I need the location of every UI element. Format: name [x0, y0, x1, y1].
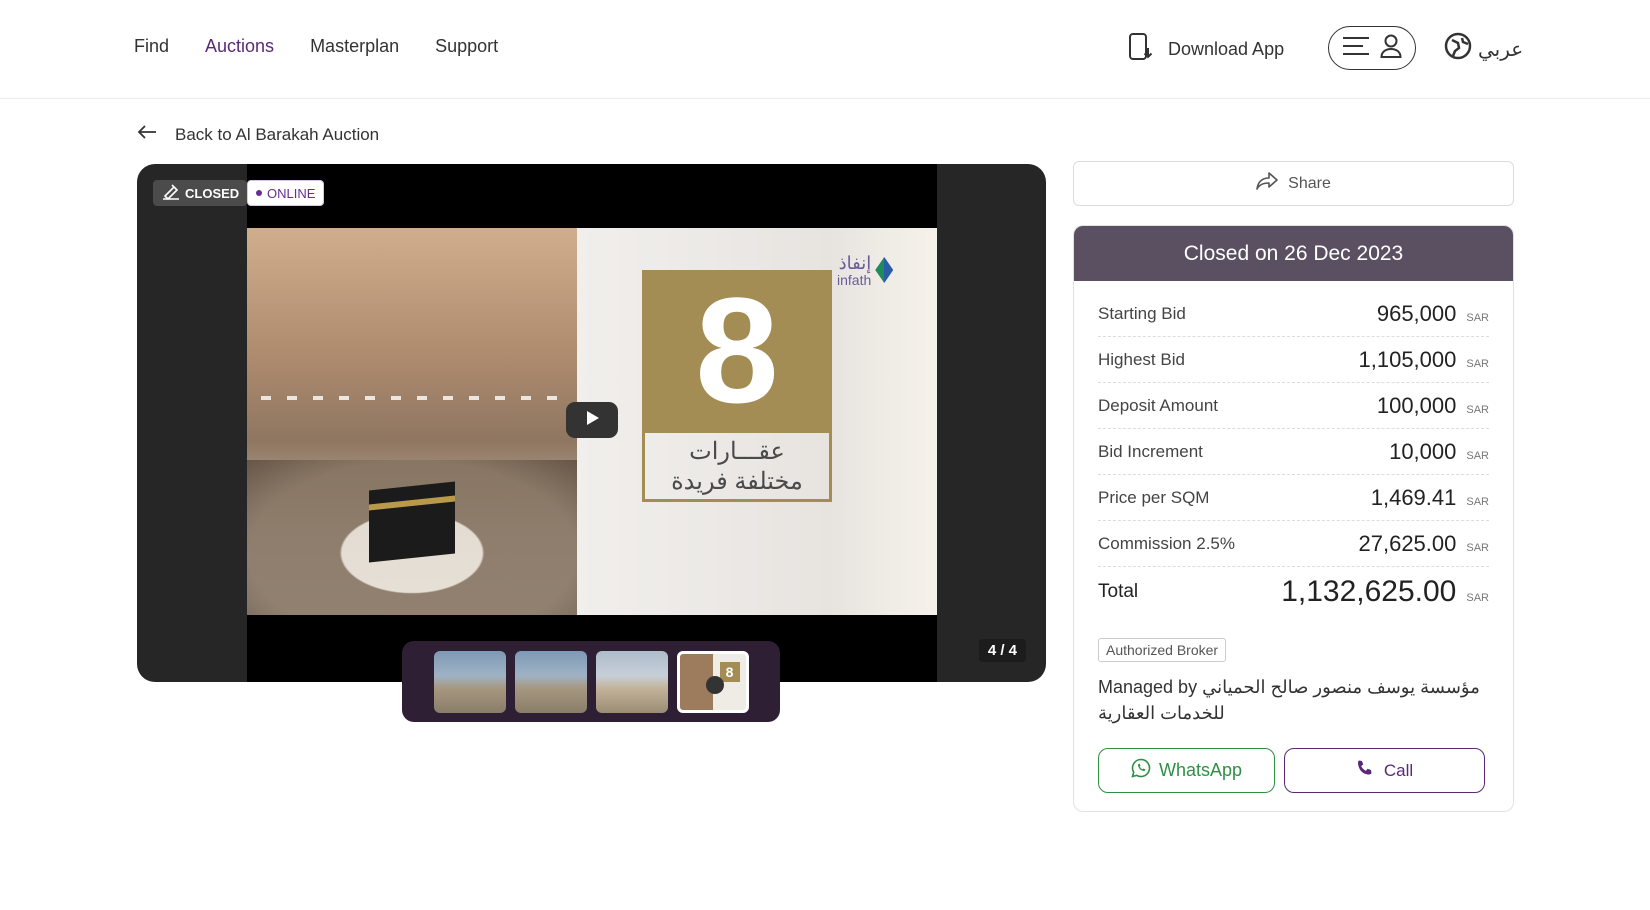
- language-label: عربي: [1478, 38, 1524, 61]
- phone-icon: [1356, 759, 1374, 782]
- thumbnail-3[interactable]: [595, 650, 668, 713]
- kaaba-photo: [247, 228, 577, 615]
- bid-details: Starting Bid 965,000 SAR Highest Bid 1,10…: [1074, 281, 1513, 617]
- managed-by-text: Managed by مؤسسة يوسف منصور صالح الحميان…: [1098, 677, 1480, 723]
- online-dot-icon: [256, 190, 262, 196]
- slide-graphic: إنفاذ infath 8 عقـــارات مختلفة فريدة: [577, 228, 937, 615]
- download-app-label: Download App: [1168, 39, 1285, 59]
- hamburger-icon: [1342, 36, 1370, 61]
- slide-caption: عقـــارات مختلفة فريدة: [642, 430, 832, 502]
- whatsapp-button[interactable]: WhatsApp: [1098, 748, 1275, 793]
- play-button[interactable]: [566, 402, 618, 438]
- row-total: Total 1,132,625.00 SAR: [1098, 575, 1489, 608]
- nav-auctions[interactable]: Auctions: [205, 36, 274, 57]
- top-header: Find Auctions Masterplan Support Downloa…: [0, 0, 1650, 99]
- phone-download-icon: [1128, 32, 1154, 67]
- user-menu-button[interactable]: [1328, 26, 1416, 70]
- row-commission: Commission 2.5% 27,625.00 SAR: [1098, 521, 1489, 567]
- media-viewer: إنفاذ infath 8 عقـــارات مختلفة فريدة CL…: [137, 164, 1046, 682]
- gavel-icon: [161, 183, 181, 204]
- play-icon: [584, 410, 600, 431]
- back-link[interactable]: Back to Al Barakah Auction: [137, 124, 379, 145]
- nav-support[interactable]: Support: [435, 36, 498, 57]
- whatsapp-icon: [1131, 758, 1151, 783]
- thumbnail-4-active[interactable]: 8: [676, 650, 749, 713]
- arrow-left-icon: [137, 124, 157, 145]
- row-highest-bid: Highest Bid 1,105,000 SAR: [1098, 337, 1489, 383]
- thumbnail-1[interactable]: [433, 650, 506, 713]
- infath-logo: إنفاذ infath: [837, 248, 917, 292]
- row-starting-bid: Starting Bid 965,000 SAR: [1098, 291, 1489, 337]
- row-bid-increment: Bid Increment 10,000 SAR: [1098, 429, 1489, 475]
- share-button[interactable]: Share: [1073, 161, 1514, 206]
- closed-date-header: Closed on 26 Dec 2023: [1074, 226, 1513, 281]
- call-button[interactable]: Call: [1284, 748, 1485, 793]
- thumbnail-2[interactable]: [514, 650, 587, 713]
- online-badge: ONLINE: [247, 180, 325, 206]
- row-price-per-sqm: Price per SQM 1,469.41 SAR: [1098, 475, 1489, 521]
- slide-counter: 4 / 4: [978, 639, 1026, 662]
- closed-badge: CLOSED: [153, 180, 248, 206]
- thumbnail-strip: 8: [402, 641, 780, 722]
- share-icon: [1256, 172, 1278, 195]
- row-deposit-amount: Deposit Amount 100,000 SAR: [1098, 383, 1489, 429]
- user-icon: [1380, 34, 1402, 63]
- back-link-label: Back to Al Barakah Auction: [175, 124, 380, 144]
- language-switch[interactable]: عربي: [1444, 32, 1523, 66]
- nav-find[interactable]: Find: [134, 36, 169, 57]
- authorized-broker-badge: Authorized Broker: [1098, 638, 1227, 662]
- globe-icon: [1444, 32, 1472, 66]
- infath-diamond-icon: [875, 257, 894, 283]
- play-icon: [705, 675, 724, 694]
- download-app-button[interactable]: Download App: [1128, 32, 1284, 67]
- slide-number: 8: [642, 270, 832, 430]
- nav-masterplan[interactable]: Masterplan: [310, 36, 399, 57]
- auction-summary-card: Closed on 26 Dec 2023 Starting Bid 965,0…: [1073, 225, 1514, 812]
- main-nav: Find Auctions Masterplan Support: [134, 36, 498, 57]
